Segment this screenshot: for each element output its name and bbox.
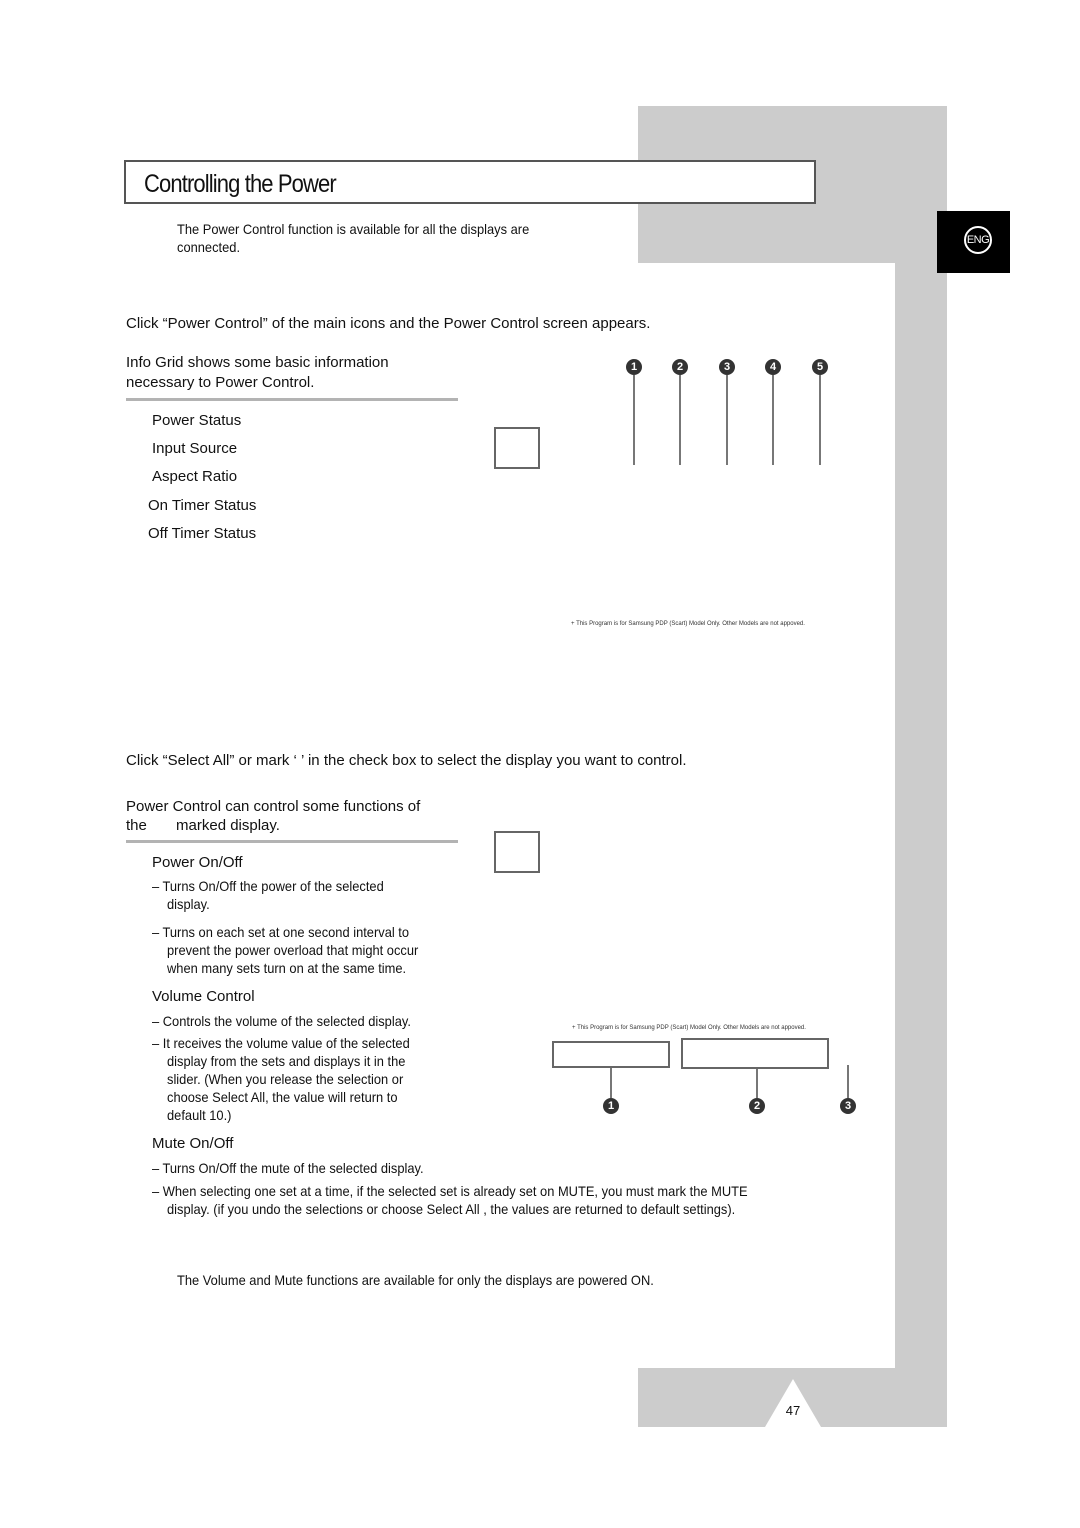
callout-5: 5 [812,359,828,375]
language-badge: ENG [964,226,992,254]
volume-heading: Volume Control [152,988,255,1005]
callout-line-b2 [756,1069,758,1098]
section2-divider [126,840,458,843]
info-item-input-source: Input Source [152,440,238,457]
section1-disclaimer: + This Program is for Samsung PDP (Scart… [571,621,805,627]
volume-bullet2-line2: display from the sets and displays it in… [167,1053,406,1069]
power-bullet2-line2: prevent the power overload that might oc… [167,942,419,958]
callout-line-3 [726,375,728,465]
section2-instruction: Click “Select All” or mark ‘ ’ in the ch… [126,752,687,769]
power-bullet2-line1: – Turns on each set at one second interv… [152,924,410,940]
callout-line-b3 [847,1065,849,1098]
section1-desc-line1: Info Grid shows some basic information [126,354,389,371]
callout-line-2 [679,375,681,465]
volume-bullet2-line4: choose Select All, the value will return… [167,1089,398,1105]
volume-bullet2-line5: default 10.) [167,1107,232,1123]
screenshot-placeholder-1 [494,427,540,469]
intro-note-line2: connected. [177,239,241,255]
power-bullet1-line2: display. [167,896,210,912]
page-number: 47 [785,1403,801,1418]
info-item-aspect-ratio: Aspect Ratio [152,468,238,485]
callout-line-1 [633,375,635,465]
info-item-power-status: Power Status [152,412,242,429]
page-title: Controlling the Power [144,170,337,198]
section2-disclaimer: + This Program is for Samsung PDP (Scart… [572,1025,806,1031]
power-bullet2-line3: when many sets turn on at the same time. [167,960,407,976]
callout-2: 2 [672,359,688,375]
power-heading: Power On/Off [152,854,243,871]
diagram-box-2 [681,1038,829,1069]
screenshot-placeholder-2 [494,831,540,873]
callout-b3: 3 [840,1098,856,1114]
mute-bullet1: – Turns On/Off the mute of the selected … [152,1160,424,1176]
callout-3: 3 [719,359,735,375]
mute-bullet2-line2: display. (if you undo the selections or … [167,1201,736,1217]
volume-bullet1: – Controls the volume of the selected di… [152,1013,411,1029]
language-tab: ENG [937,211,1010,273]
section2-desc-line1: Power Control can control some functions… [126,798,421,815]
callout-1: 1 [626,359,642,375]
section1-divider [126,398,458,401]
callout-4: 4 [765,359,781,375]
section2-desc-line2: the marked display. [126,817,280,834]
power-bullet1-line1: – Turns On/Off the power of the selected [152,878,384,894]
info-item-on-timer: On Timer Status [148,497,257,514]
callout-line-5 [819,375,821,465]
section1-desc-line2: necessary to Power Control. [126,374,315,391]
info-item-off-timer: Off Timer Status [148,525,257,542]
callout-line-4 [772,375,774,465]
mute-heading: Mute On/Off [152,1135,234,1152]
footer-note: The Volume and Mute functions are availa… [177,1272,654,1288]
callout-line-b1 [610,1068,612,1098]
page-title-box: Controlling the Power [124,160,816,204]
callout-b1: 1 [603,1098,619,1114]
mute-bullet2-line1: – When selecting one set at a time, if t… [152,1183,748,1199]
section1-instruction: Click “Power Control” of the main icons … [126,315,651,332]
intro-note-line1: The Power Control function is available … [177,221,530,237]
volume-bullet2-line3: slider. (When you release the selection … [167,1071,404,1087]
diagram-box-1 [552,1041,670,1068]
callout-b2: 2 [749,1098,765,1114]
side-gray-strip [895,263,947,1368]
volume-bullet2-line1: – It receives the volume value of the se… [152,1035,410,1051]
